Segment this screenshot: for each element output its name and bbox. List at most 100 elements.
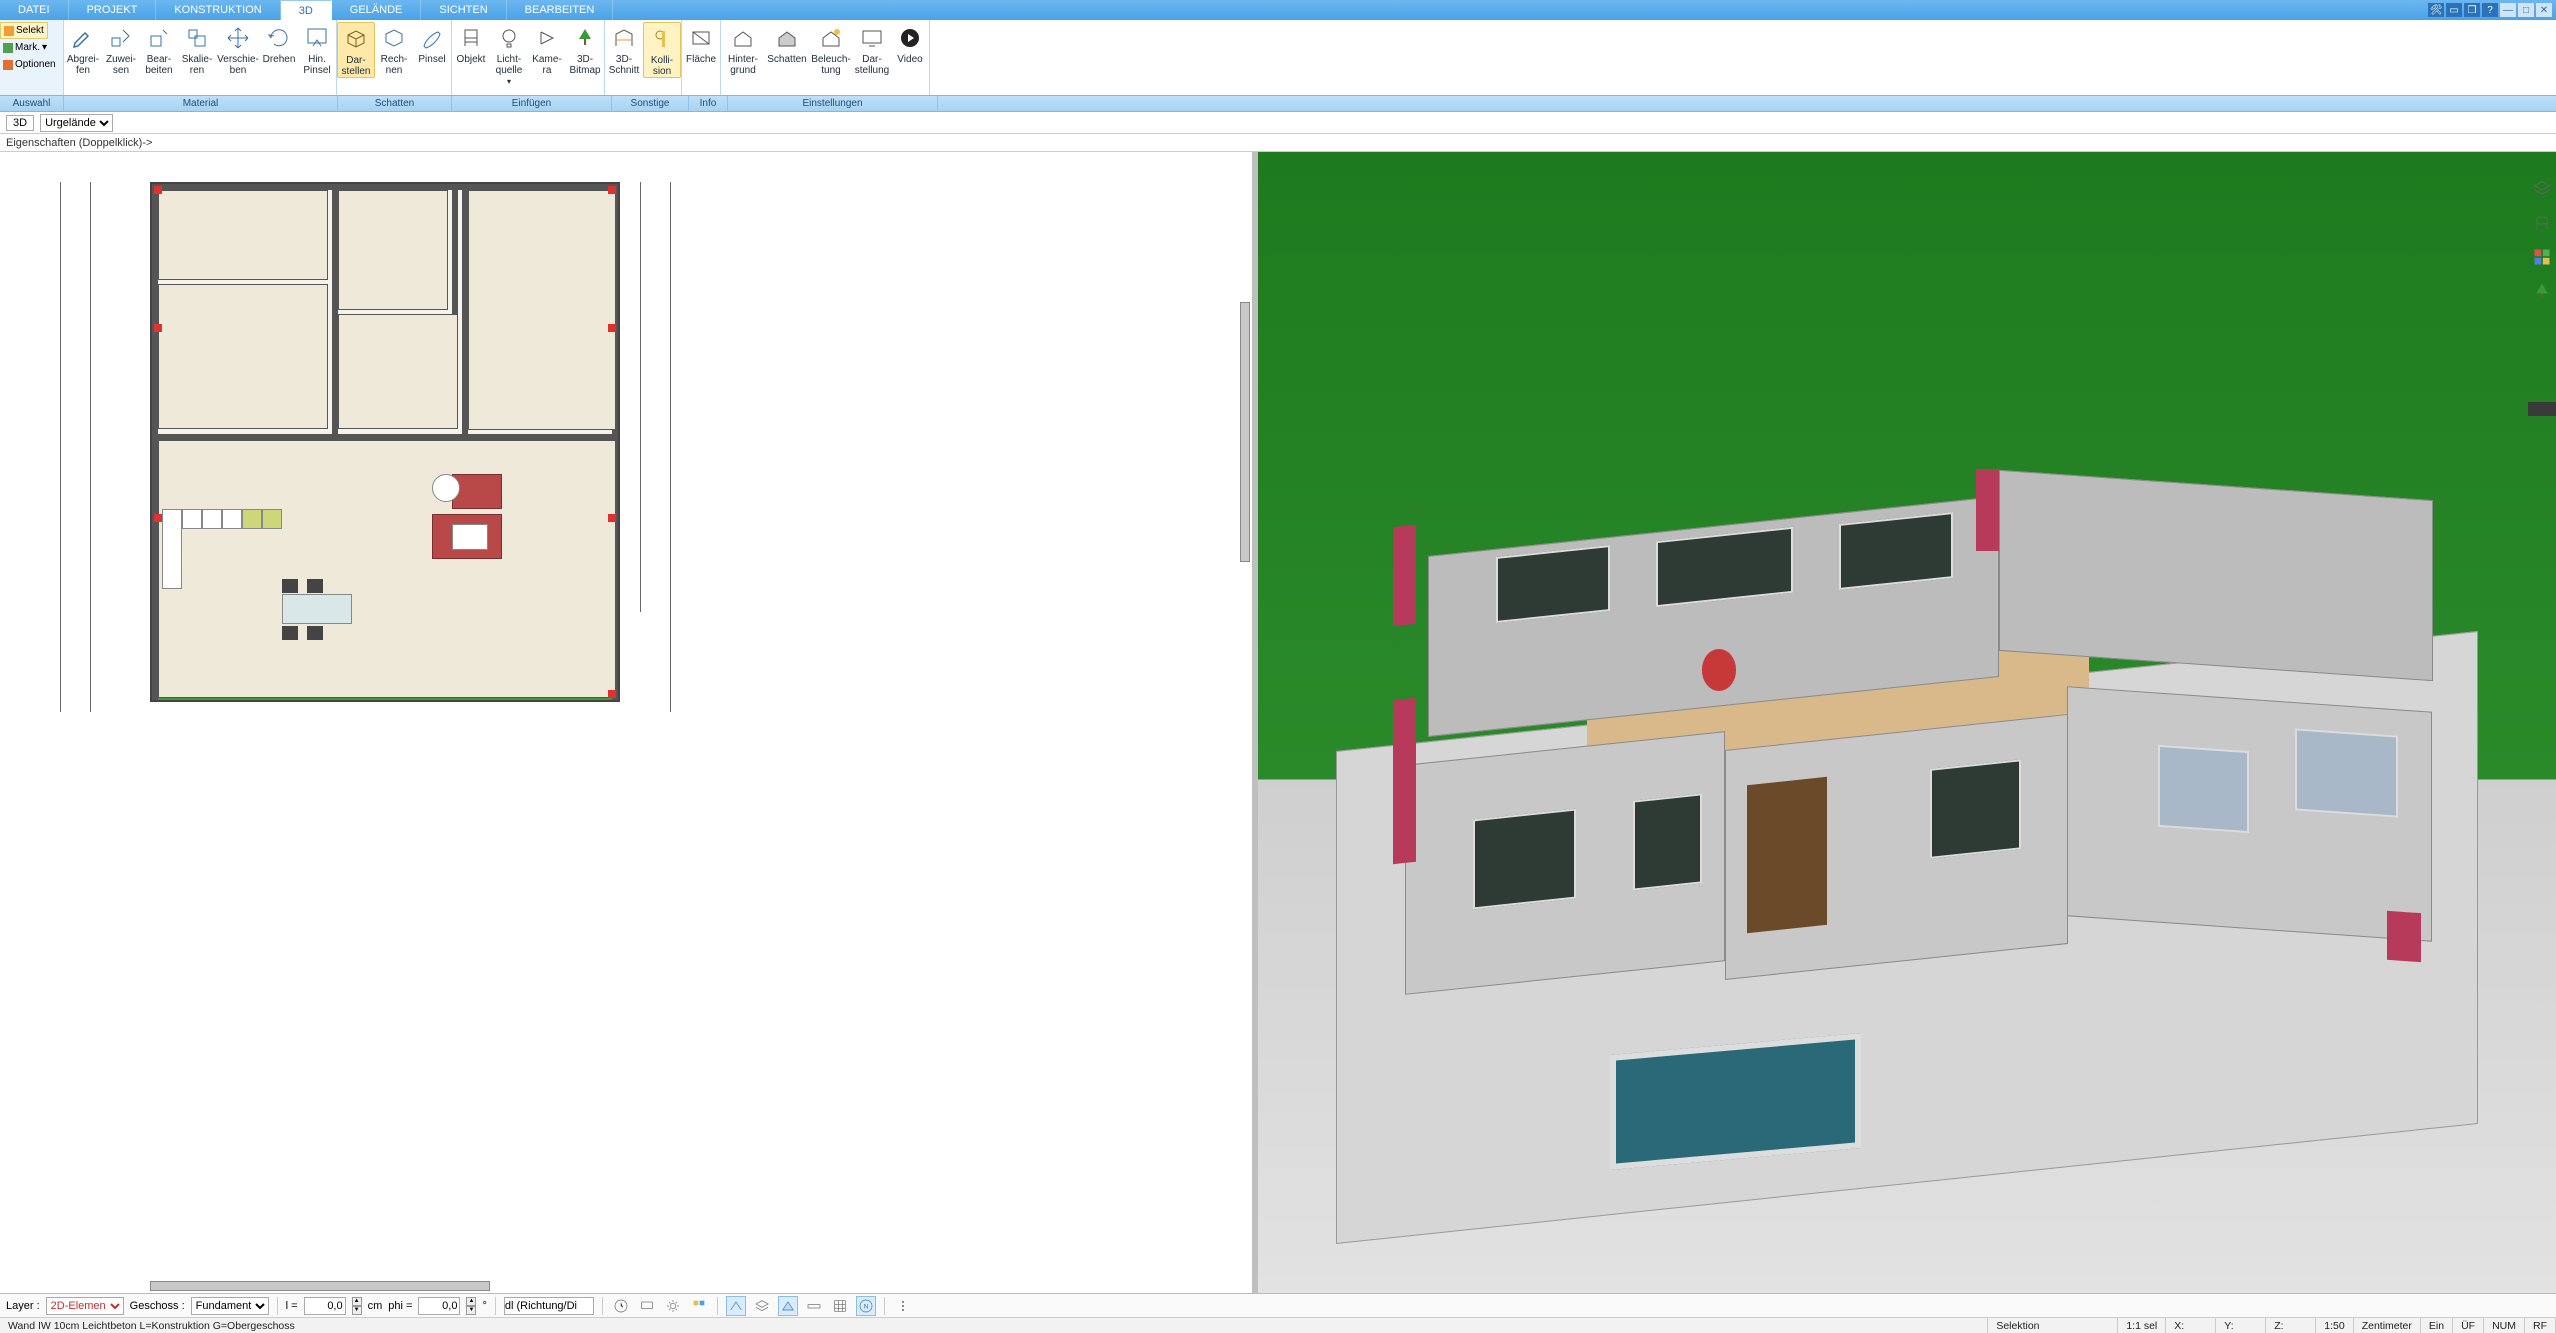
btn-zuweisen[interactable]: Zuwei- sen bbox=[102, 22, 140, 76]
dining-chair bbox=[282, 626, 298, 640]
btn-beleuchtung[interactable]: Beleuch- tung bbox=[809, 22, 853, 76]
scrollbar-vertical[interactable] bbox=[1240, 302, 1250, 562]
layers-icon[interactable] bbox=[2531, 178, 2553, 200]
btn-video[interactable]: Video bbox=[891, 22, 929, 65]
node-marker[interactable] bbox=[608, 514, 616, 522]
phi-input[interactable] bbox=[418, 1297, 460, 1315]
viewport-3d[interactable] bbox=[1258, 152, 2556, 1293]
collision-icon bbox=[648, 26, 676, 52]
select-tool[interactable]: Selekt bbox=[0, 22, 48, 39]
l-input[interactable] bbox=[304, 1297, 346, 1315]
btn-verschieben[interactable]: Verschie- ben bbox=[216, 22, 260, 76]
dim-vertical bbox=[640, 182, 641, 612]
node-marker[interactable] bbox=[154, 186, 162, 194]
close-icon[interactable]: ✕ bbox=[2536, 3, 2552, 17]
viewport-2d[interactable] bbox=[0, 152, 1252, 1293]
btn-3dbitmap[interactable]: 3D- Bitmap bbox=[566, 22, 604, 76]
panel-handle[interactable] bbox=[2528, 402, 2556, 416]
status-x: X: bbox=[2166, 1318, 2216, 1333]
dl-input[interactable] bbox=[504, 1297, 594, 1315]
chevron-down-icon: ▾ bbox=[42, 42, 47, 53]
status-sel: 1:1 sel bbox=[2118, 1318, 2166, 1333]
btn-pinsel[interactable]: Pinsel bbox=[413, 22, 451, 65]
btn-3dschnitt[interactable]: 3D- Schnitt bbox=[605, 22, 643, 76]
clock-icon[interactable] bbox=[611, 1296, 631, 1316]
screen-icon[interactable]: ▭ bbox=[2446, 3, 2462, 17]
btn-drehen[interactable]: Drehen bbox=[260, 22, 298, 65]
phi-spinner[interactable]: ▲▼ bbox=[466, 1297, 476, 1315]
btn-objekt[interactable]: Objekt bbox=[452, 22, 490, 65]
tab-konstruktion[interactable]: KONSTRUKTION bbox=[156, 0, 280, 20]
l-spinner[interactable]: ▲▼ bbox=[352, 1297, 362, 1315]
red-chair-3d bbox=[1702, 649, 1736, 690]
help-icon[interactable]: ? bbox=[2482, 3, 2498, 17]
btn-flaeche[interactable]: Fläche bbox=[682, 22, 720, 65]
dining-table bbox=[282, 594, 352, 624]
status-ein: Ein bbox=[2421, 1318, 2453, 1333]
terrain-select[interactable]: Urgelände bbox=[40, 114, 113, 132]
snap1-icon[interactable] bbox=[726, 1296, 746, 1316]
north-icon[interactable]: N bbox=[856, 1296, 876, 1316]
colors-icon[interactable] bbox=[2531, 246, 2553, 268]
options-label: Optionen bbox=[15, 59, 56, 70]
geschoss-select[interactable]: Fundament bbox=[191, 1297, 269, 1315]
floorplan[interactable] bbox=[150, 182, 620, 702]
minimize-icon[interactable]: — bbox=[2500, 3, 2516, 17]
btn-schatten[interactable]: Schatten bbox=[765, 22, 809, 65]
phi-label: phi = bbox=[388, 1300, 412, 1312]
tab-bearbeiten[interactable]: BEARBEITEN bbox=[507, 0, 614, 20]
snap2-icon[interactable] bbox=[778, 1296, 798, 1316]
node-marker[interactable] bbox=[154, 514, 162, 522]
tab-gelaende[interactable]: GELÄNDE bbox=[332, 0, 422, 20]
btn-kollision[interactable]: Kolli- sion bbox=[643, 22, 681, 78]
kitchen-counter bbox=[262, 509, 282, 529]
layer-select[interactable]: 2D-Elemen bbox=[46, 1297, 124, 1315]
btn-skalieren[interactable]: Skalie- ren bbox=[178, 22, 216, 76]
btn-kamera[interactable]: Kame- ra bbox=[528, 22, 566, 76]
node-marker[interactable] bbox=[608, 690, 616, 698]
maximize-icon[interactable]: □ bbox=[2518, 3, 2534, 17]
mark-label: Mark. bbox=[15, 42, 40, 53]
layers2-icon[interactable] bbox=[752, 1296, 772, 1316]
status-unit: Zentimeter bbox=[2354, 1318, 2421, 1333]
section-icon bbox=[610, 25, 638, 51]
properties-hint[interactable]: Eigenschaften (Doppelklick)-> bbox=[6, 137, 152, 149]
tree-icon bbox=[571, 25, 599, 51]
tools-icon[interactable]: 🛠 bbox=[2428, 3, 2444, 17]
phi-unit: ° bbox=[482, 1300, 486, 1312]
tree-icon[interactable] bbox=[2531, 280, 2553, 302]
lighting-icon bbox=[817, 25, 845, 51]
tab-datei[interactable]: DATEI bbox=[0, 0, 69, 20]
node-marker[interactable] bbox=[154, 324, 162, 332]
btn-darstellung[interactable]: Dar- stellung bbox=[853, 22, 891, 76]
gear-icon[interactable] bbox=[663, 1296, 683, 1316]
tab-3d[interactable]: 3D bbox=[281, 0, 332, 20]
btn-hinpinsel[interactable]: Hin. Pinsel bbox=[298, 22, 336, 76]
tab-sichten[interactable]: SICHTEN bbox=[421, 0, 506, 20]
node-marker[interactable] bbox=[608, 324, 616, 332]
btn-hintergrund[interactable]: Hinter- grund bbox=[721, 22, 765, 76]
options-tool[interactable]: Optionen bbox=[0, 56, 59, 73]
layer-label: Layer : bbox=[6, 1300, 40, 1312]
mark-tool[interactable]: Mark.▾ bbox=[0, 39, 50, 56]
window-icon[interactable]: ❐ bbox=[2464, 3, 2480, 17]
edit-icon bbox=[145, 25, 173, 51]
furniture-icon[interactable] bbox=[2531, 212, 2553, 234]
grid-icon[interactable] bbox=[830, 1296, 850, 1316]
btn-rechnen[interactable]: Rech- nen bbox=[375, 22, 413, 76]
btn-darstellen[interactable]: Dar- stellen bbox=[337, 22, 375, 78]
tab-projekt[interactable]: PROJEKT bbox=[69, 0, 157, 20]
btn-lichtquelle[interactable]: Licht- quelle▾ bbox=[490, 22, 528, 87]
ruler-icon[interactable] bbox=[804, 1296, 824, 1316]
btn-abgreifen[interactable]: Abgrei- fen bbox=[64, 22, 102, 76]
btn-bearbeiten[interactable]: Bear- beiten bbox=[140, 22, 178, 76]
dining-chair bbox=[307, 626, 323, 640]
node-marker[interactable] bbox=[608, 186, 616, 194]
more-icon[interactable] bbox=[893, 1296, 913, 1316]
mode-indicator[interactable]: 3D bbox=[6, 115, 34, 131]
main-menubar: DATEI PROJEKT KONSTRUKTION 3D GELÄNDE SI… bbox=[0, 0, 2556, 20]
scrollbar-horizontal[interactable] bbox=[150, 1281, 490, 1291]
palette-icon[interactable] bbox=[689, 1296, 709, 1316]
screen2-icon[interactable] bbox=[637, 1296, 657, 1316]
panel-material: Abgrei- fen Zuwei- sen Bear- beiten Skal… bbox=[64, 20, 337, 95]
